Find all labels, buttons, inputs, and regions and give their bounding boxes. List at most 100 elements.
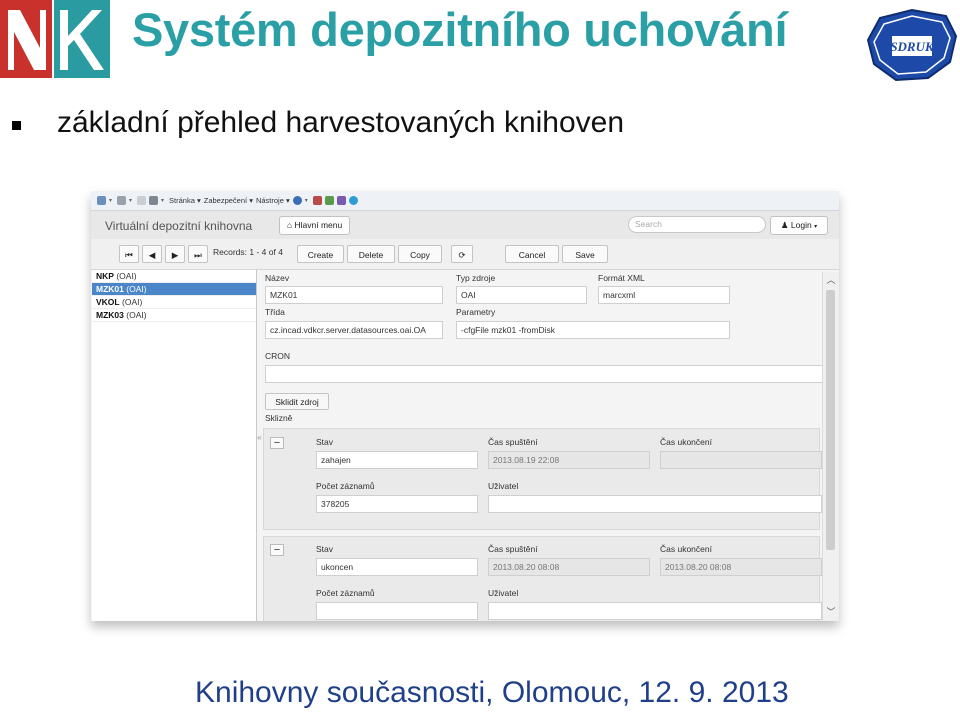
status-field[interactable]: ukoncen: [316, 558, 478, 576]
app-header: Virtuální depozitní knihovna ⌂ Hlavní me…: [91, 211, 839, 240]
form-scrollbar[interactable]: ︿ ﹀: [822, 272, 839, 621]
research-icon[interactable]: [312, 196, 322, 205]
save-label: Save: [575, 250, 595, 260]
end-time-field: [660, 451, 822, 469]
cancel-button[interactable]: Cancel: [505, 245, 559, 263]
bullet-marker: [12, 121, 21, 130]
collapse-handle[interactable]: «: [257, 432, 262, 442]
end-time-label: Čas ukončení: [660, 437, 712, 447]
source-type-label: Typ zdroje: [456, 273, 496, 283]
user-icon: ♟: [780, 220, 789, 230]
home-icon[interactable]: [97, 196, 106, 205]
bullet-text: základní přehled harvestovaných knihoven: [57, 106, 625, 139]
list-item[interactable]: NKP (OAI): [92, 270, 256, 283]
record-count-label: Počet záznamů: [316, 588, 375, 598]
slide-title: Systém depozitního uchování: [132, 3, 788, 56]
record-toolbar: ⏮ ◀ ▶ ⏭ Records: 1 - 4 of 4 Create Delet…: [91, 239, 839, 270]
status-field[interactable]: zahajen: [316, 451, 478, 469]
svg-text:SDRUK: SDRUK: [890, 39, 935, 54]
first-icon: ⏮: [125, 250, 133, 260]
main-menu-label: Hlavní menu: [294, 220, 343, 230]
scroll-thumb[interactable]: [826, 290, 835, 550]
main-menu-button[interactable]: ⌂ Hlavní menu: [279, 216, 351, 235]
print-icon[interactable]: [149, 196, 159, 205]
slide-footer: Knihovny současnosti, Olomouc, 12. 9. 20…: [195, 676, 789, 709]
first-record-button[interactable]: ⏮: [119, 245, 139, 263]
menu-tools[interactable]: Nástroje ▾: [256, 196, 290, 205]
skype-icon[interactable]: [348, 196, 358, 205]
last-icon: ⏭: [194, 250, 202, 260]
user-field[interactable]: [488, 602, 822, 620]
browser-command-bar: ▾ ▾ ▾ Stránka ▾ Zabezpečení ▾ Nástroje ▾…: [91, 191, 839, 211]
record-count-label: Počet záznamů: [316, 481, 375, 491]
prev-record-button[interactable]: ◀: [142, 245, 162, 263]
copy-label: Copy: [410, 250, 430, 260]
copy-button[interactable]: Copy: [398, 245, 442, 263]
nk-logo: [0, 0, 110, 78]
user-field[interactable]: [488, 495, 822, 513]
start-time-field: 2013.08.20 08:08: [488, 558, 650, 576]
parameters-field[interactable]: -cfgFile mzk01 -fromDisk: [456, 321, 730, 339]
harvests-label: Sklizně: [265, 413, 293, 423]
translate-icon[interactable]: [336, 196, 346, 205]
next-icon: ▶: [171, 250, 179, 260]
collapse-harvest-button[interactable]: −: [270, 437, 284, 449]
home-icon: ⌂: [287, 220, 293, 230]
record-count-field[interactable]: [316, 602, 478, 620]
record-form: Název MZK01 Typ zdroje OAI Formát XML ma…: [257, 270, 839, 621]
menu-page[interactable]: Stránka ▾: [169, 196, 201, 205]
name-field[interactable]: MZK01: [265, 286, 443, 304]
status-label: Stav: [316, 437, 334, 447]
prev-icon: ◀: [148, 250, 156, 260]
delete-label: Delete: [358, 250, 384, 260]
library-list: NKP (OAI) MZK01 (OAI) VKOL (OAI) MZK03 (…: [92, 270, 257, 621]
user-label: Uživatel: [488, 481, 519, 491]
class-label: Třída: [265, 307, 285, 317]
create-label: Create: [307, 250, 334, 260]
harvest-source-button[interactable]: Sklidit zdroj: [265, 393, 329, 410]
xml-format-field[interactable]: marcxml: [598, 286, 730, 304]
create-button[interactable]: Create: [297, 245, 344, 263]
list-item[interactable]: VKOL (OAI): [92, 296, 256, 309]
list-item[interactable]: MZK03 (OAI): [92, 309, 256, 322]
parameters-label: Parametry: [456, 307, 496, 317]
status-label: Stav: [316, 544, 334, 554]
start-time-label: Čas spuštění: [488, 544, 538, 554]
harvest-panel: − Stav ukoncen Čas spuštění 2013.08.20 0…: [263, 536, 822, 621]
app-screenshot: ▾ ▾ ▾ Stránka ▾ Zabezpečení ▾ Nástroje ▾…: [91, 191, 839, 621]
user-label: Uživatel: [488, 588, 519, 598]
collapse-harvest-button[interactable]: −: [270, 544, 284, 556]
start-time-label: Čas spuštění: [488, 437, 538, 447]
cancel-label: Cancel: [518, 250, 546, 260]
help-icon[interactable]: [292, 196, 302, 205]
name-label: Název: [265, 273, 290, 283]
list-item[interactable]: MZK01 (OAI): [92, 283, 256, 296]
mail-icon[interactable]: [137, 196, 147, 205]
chevron-down-icon: ▾: [814, 224, 818, 230]
last-record-button[interactable]: ⏭: [188, 245, 208, 263]
scroll-up-icon[interactable]: ︿: [825, 274, 837, 286]
harvest-panel: − Stav zahajen Čas spuštění 2013.08.19 2…: [263, 428, 822, 530]
record-count-field[interactable]: 378205: [316, 495, 478, 513]
login-button[interactable]: ♟ Login ▾: [770, 216, 828, 235]
cron-label: CRON: [265, 351, 291, 361]
end-time-label: Čas ukončení: [660, 544, 712, 554]
login-label: Login: [790, 220, 812, 230]
search-input[interactable]: Search: [628, 216, 766, 233]
addon-icon[interactable]: [324, 196, 334, 205]
app-brand[interactable]: Virtuální depozitní knihovna: [105, 219, 252, 233]
refresh-button[interactable]: ⟳: [451, 245, 473, 263]
refresh-icon: ⟳: [458, 250, 466, 260]
delete-button[interactable]: Delete: [347, 245, 395, 263]
source-type-field[interactable]: OAI: [456, 286, 587, 304]
scroll-down-icon[interactable]: ﹀: [825, 606, 837, 618]
next-record-button[interactable]: ▶: [165, 245, 185, 263]
class-field[interactable]: cz.incad.vdkcr.server.datasources.oai.OA: [265, 321, 443, 339]
xml-format-label: Formát XML: [598, 273, 645, 283]
menu-security[interactable]: Zabezpečení ▾: [204, 196, 253, 205]
save-button[interactable]: Save: [562, 245, 608, 263]
start-time-field: 2013.08.19 22:08: [488, 451, 650, 469]
cron-field[interactable]: [265, 365, 826, 383]
feeds-icon[interactable]: [117, 196, 127, 205]
records-count: Records: 1 - 4 of 4: [213, 247, 283, 257]
